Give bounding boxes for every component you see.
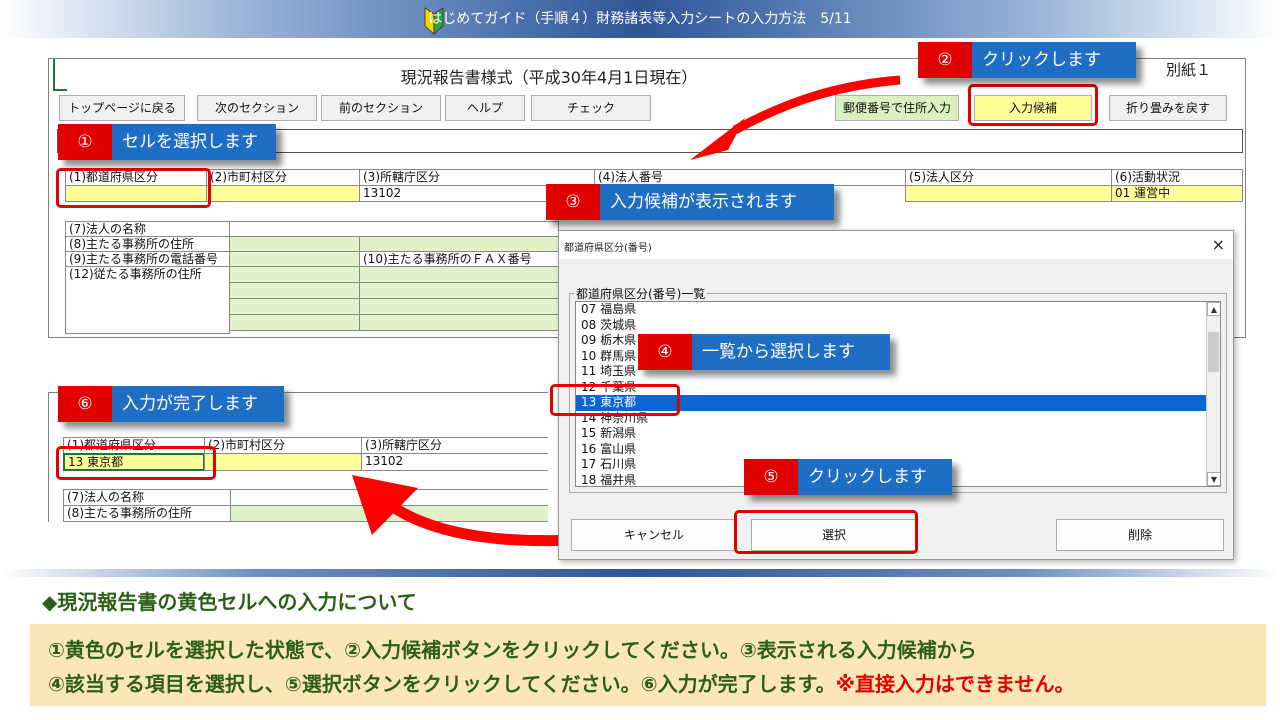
list-item[interactable]: 08 茨城県: [576, 318, 1220, 334]
step-number: ④: [638, 334, 692, 370]
scroll-up-icon[interactable]: ▲: [1207, 302, 1220, 316]
cancel-button[interactable]: キャンセル: [571, 519, 737, 551]
step-number: ⑥: [58, 386, 112, 422]
highlight-select-button: [734, 510, 918, 554]
step-number: ⑤: [744, 459, 798, 495]
note-line-1: ①黄色のセルを選択した状態で、②入力候補ボタンをクリックしてください。③表示され…: [48, 638, 977, 662]
highlight-tokyo-item: [550, 384, 680, 416]
step-text: セルを選択します: [122, 132, 258, 152]
step-text: 入力が完了します: [122, 394, 258, 414]
callout-step-3: ③ 入力候補が表示されます: [546, 184, 834, 220]
list-item[interactable]: 15 新潟県: [576, 426, 1220, 442]
callout-step-2: ② クリックします: [918, 42, 1136, 78]
note-warning: ※直接入力はできません。: [835, 672, 1075, 696]
list-scrollbar[interactable]: ▲ ▼: [1206, 302, 1220, 486]
scroll-down-icon[interactable]: ▼: [1207, 472, 1220, 486]
step-text: クリックします: [982, 50, 1101, 70]
list-item[interactable]: 16 富山県: [576, 442, 1220, 458]
note-heading: ◆現況報告書の黄色セルへの入力について: [42, 590, 417, 614]
step-text: 入力候補が表示されます: [610, 192, 797, 212]
note-line-2: ④該当する項目を選択し、⑤選択ボタンをクリックしてください。⑥入力が完了します。…: [48, 668, 1074, 697]
step-number: ②: [918, 42, 972, 78]
step-text: クリックします: [808, 467, 927, 487]
callout-step-6: ⑥ 入力が完了します: [58, 386, 284, 422]
list-item[interactable]: 07 福島県: [576, 302, 1220, 318]
step-text: 一覧から選択します: [702, 342, 855, 362]
step-number: ③: [546, 184, 600, 220]
arrowhead-top-icon: [690, 118, 745, 160]
highlight-result-cell: [56, 446, 216, 480]
list-group-label: 都道府県区分(番号)一覧: [574, 285, 708, 302]
delete-button[interactable]: 削除: [1056, 519, 1224, 551]
callout-step-4: ④ 一覧から選択します: [638, 334, 890, 370]
dialog-titlebar: 都道府県区分(番号) ×: [559, 231, 1233, 259]
scroll-thumb[interactable]: [1208, 332, 1219, 372]
highlight-input-candidate: [968, 84, 1098, 126]
close-icon[interactable]: ×: [1212, 235, 1225, 254]
dialog-title: 都道府県区分(番号): [564, 243, 652, 254]
divider-band: [0, 569, 1280, 577]
callout-step-1: ① セルを選択します: [58, 124, 276, 160]
highlight-prefecture-cell: [56, 168, 211, 208]
step-number: ①: [58, 124, 112, 160]
curved-arrow-top-icon: [732, 75, 901, 134]
arrowhead-bottom-icon: [352, 475, 418, 535]
callout-step-5: ⑤ クリックします: [744, 459, 952, 495]
note-line-2-text: ④該当する項目を選択し、⑤選択ボタンをクリックしてください。⑥入力が完了します。: [48, 672, 836, 696]
